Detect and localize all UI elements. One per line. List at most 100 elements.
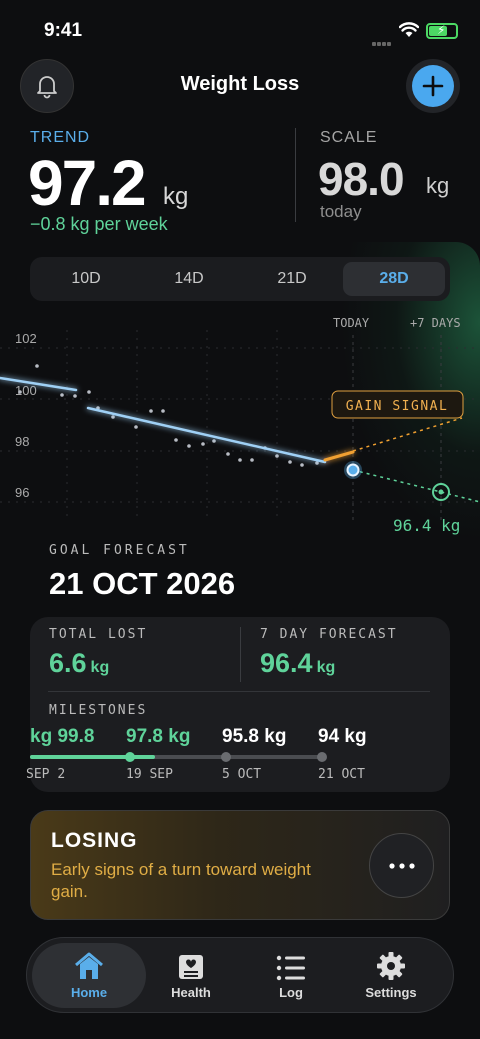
y-tick-98: 98 [15,434,29,449]
scale-label: SCALE [320,129,378,146]
milestone-value-4: 94 kg [318,726,367,747]
milestone-dot [125,752,135,762]
milestone-dot [317,752,327,762]
reading-dot [275,454,279,458]
seven-day-forecast-value: 96.4 kg [260,648,335,679]
reading-dot [201,442,205,446]
reading-dot [35,364,39,368]
goal-forecast-date: 21 OCT 2026 [49,566,236,601]
reading-dot [161,409,165,413]
reading-dot [250,458,254,462]
wifi-icon [398,22,420,43]
trend-line-segment-2 [86,406,327,464]
reading-dot [134,425,138,429]
tab-health[interactable]: Health [134,943,248,1008]
list-icon [276,951,306,981]
reading-dot [111,415,115,419]
gear-icon [376,951,406,981]
tab-settings[interactable]: Settings [334,943,448,1008]
grid-lines [0,330,480,520]
milestone-date-1: 2 SEP [26,767,66,782]
total-lost-unit: kg [90,659,110,676]
today-label: TODAY [333,316,370,330]
total-lost-number: 6.6 [49,648,87,678]
scale-subtitle: today [320,202,362,221]
reading-dot [60,393,64,397]
forecast-line [352,469,480,503]
health-record-icon [177,951,205,981]
milestones-label: MILESTONES [49,703,148,718]
reading-dot [73,394,77,398]
milestone-progress-track [30,752,327,762]
trend-alert-card[interactable]: LOSING Early signs of a turn toward weig… [30,810,450,920]
trend-unit: kg [163,183,189,210]
seven-day-forecast-unit: kg [316,659,336,676]
reading-dot [300,463,304,467]
y-tick-100: 100 [15,383,37,398]
reading-dot [18,390,22,394]
milestone-dot [221,752,231,762]
forecast-target-core [438,489,444,495]
tab-home[interactable]: Home [32,943,146,1008]
range-selector: 10D 14D 21D 28D [30,257,450,301]
battery-icon: ⚡ [426,23,458,39]
tab-home-label: Home [70,985,108,1000]
divider [295,128,296,222]
gain-signal-line [323,450,355,462]
range-tab-28d[interactable]: 28D [343,262,445,296]
reading-dot [288,460,292,464]
today-point-core [346,463,360,477]
reading-dot [238,458,242,462]
milestone-progress-fill [30,755,155,759]
status-time: 9:41 [44,20,83,41]
milestone-date-2: 19 SEP [126,767,173,782]
reading-dot [149,409,153,413]
reading-dot [174,438,178,442]
y-tick-102: 102 [15,331,37,346]
reading-dot [187,444,191,448]
tab-log-label: Log [279,985,303,1000]
range-tab-14d[interactable]: 14D [138,262,240,296]
total-lost-label: TOTAL LOST [49,627,148,642]
gain-signal-label: GAIN SIGNAL [346,399,449,414]
gain-projection-line [352,417,463,452]
trend-label: TREND [30,129,91,146]
alert-body: Early signs of a turn toward weight gain… [51,860,311,901]
seven-day-forecast-number: 96.4 [260,648,313,678]
seven-day-forecast-label: 7 DAY FORECAST [260,627,398,642]
y-tick-96: 96 [15,485,29,500]
milestone-value-1: 99.8 kg [30,726,95,747]
milestone-date-4: 21 OCT [318,767,365,782]
weight-trend-chart: 102 100 98 96 TODAY +7 DAYS GAIN SIGNAL … [0,316,480,535]
plus7-label: +7 DAYS [410,316,461,330]
more-options-button[interactable] [369,833,434,898]
milestone-value-2: 97.8 kg [126,726,191,747]
forecast-value-label: 96.4 kg [393,516,460,535]
milestone-value-3: 95.8 kg [222,726,287,747]
trend-line-segment-1 [0,376,78,392]
tab-health-label: Health [171,985,211,1000]
range-tab-10d[interactable]: 10D [35,262,137,296]
ellipsis-icon [388,862,415,869]
add-entry-button[interactable] [406,59,460,113]
scale-unit: kg [426,173,450,198]
milestone-date-3: 5 OCT [222,767,262,782]
stats-divider [240,627,241,682]
reading-dot [87,390,91,394]
reading-dot [226,452,230,456]
trend-rate: −0.8 kg per week [30,214,168,234]
tab-log[interactable]: Log [234,943,348,1008]
scale-value: 98.0 [318,153,405,205]
tab-settings-label: Settings [365,985,417,1000]
stats-separator [48,691,430,692]
trend-value: 97.2 [28,147,147,219]
stats-card: TOTAL LOST 6.6 kg 7 DAY FORECAST 96.4 kg M… [26,617,450,792]
tab-bar: Home Health Log Settings [26,937,454,1013]
total-lost-value: 6.6 kg [49,648,109,679]
status-bar: 9:41 ⚡ [0,0,480,58]
alert-title: LOSING [51,829,138,852]
range-tab-21d[interactable]: 21D [241,262,343,296]
plus-icon [422,75,444,97]
house-icon [72,951,106,981]
cellular-signal-icon [372,33,392,51]
